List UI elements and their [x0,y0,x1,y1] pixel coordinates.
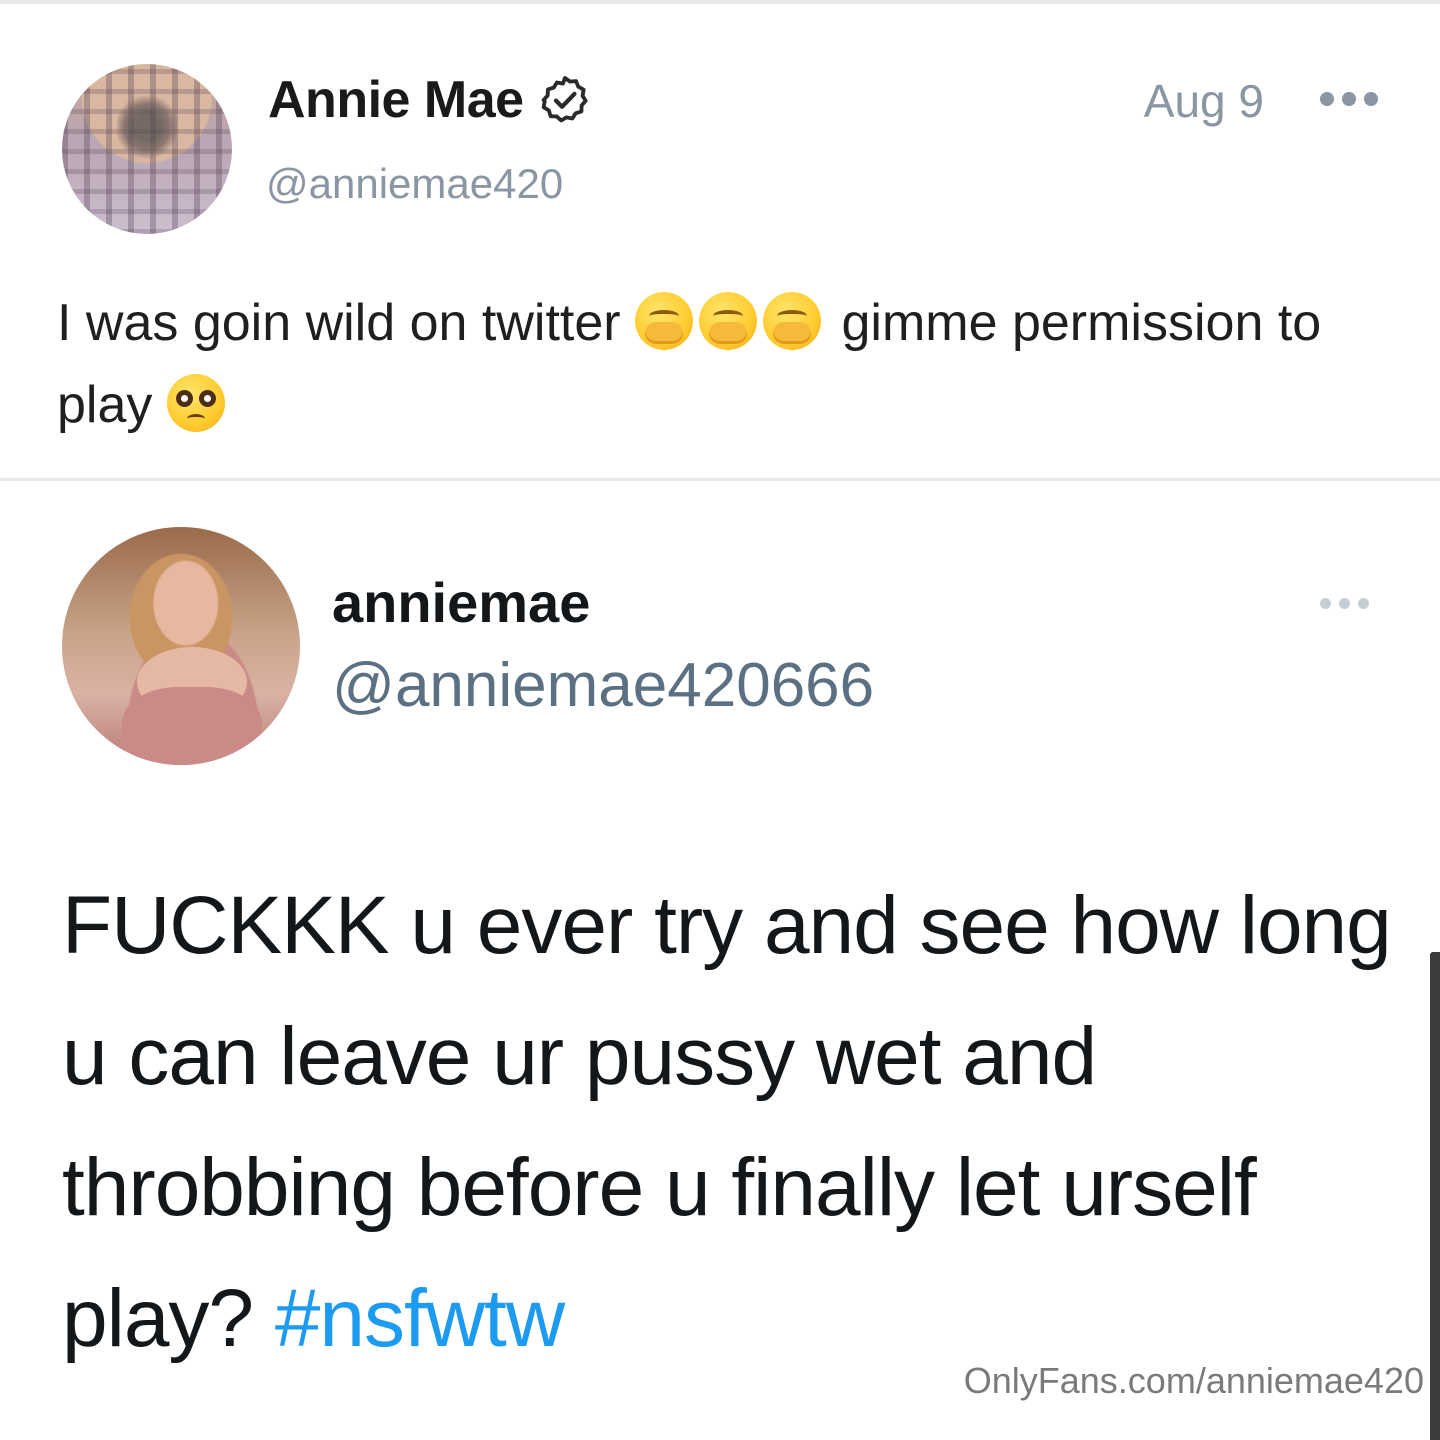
tweet-author-handle: @anniemae420666 [332,651,875,720]
post-caption: I was goin wild on twitter gimme permiss… [57,282,1397,446]
pleading-face-icon [166,374,225,432]
tweet-body: FUCKKK u ever try and see how long u can… [62,880,1392,1364]
author-avatar[interactable] [62,64,232,234]
face-with-hand-over-mouth-icon [699,292,758,350]
watermark: OnlyFans.com/anniemae420 [963,1360,1424,1401]
more-options-icon[interactable] [1320,88,1382,110]
hashtag-link[interactable]: #nsfwtw [275,1273,565,1364]
avatar-tattoo [117,92,177,162]
face-with-hand-over-mouth-icon [763,292,822,350]
tweet-more-icon [1320,598,1372,610]
divider [0,478,1440,481]
caption-text-1: I was goin wild on twitter [57,294,636,352]
tweet-author-avatar [62,527,300,765]
face-with-hand-over-mouth-icon [635,292,694,350]
tweet-author-name: anniemae [332,571,591,634]
post-header: Annie Mae @anniemae420 Aug 9 I was goin … [0,0,1440,480]
post-date[interactable]: Aug 9 [1144,74,1264,128]
author-name-row: Annie Mae [268,70,592,130]
verified-badge-icon [541,76,588,123]
tweet-text: FUCKKK u ever try and see how long u can… [62,860,1402,1384]
scrollbar[interactable] [1430,952,1440,1440]
author-name[interactable]: Annie Mae [268,70,524,130]
author-handle[interactable]: @anniemae420 [266,160,563,208]
